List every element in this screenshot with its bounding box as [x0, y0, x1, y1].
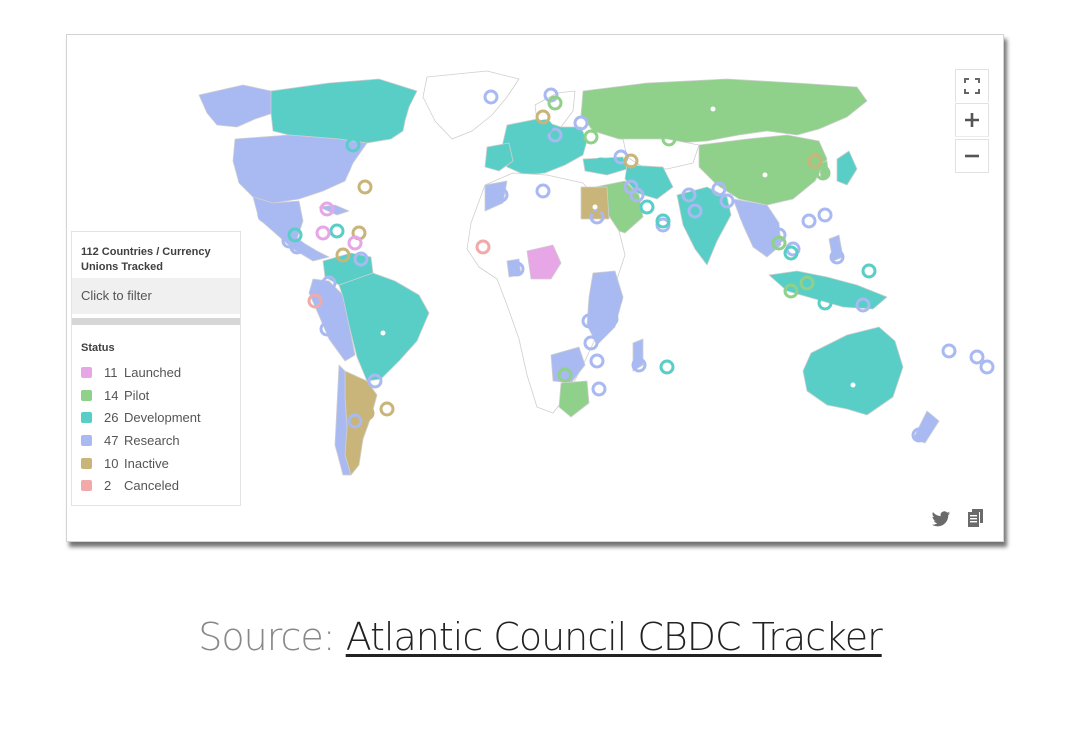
source-prefix: Source:	[198, 615, 346, 659]
plus-icon	[965, 113, 979, 127]
legend-item-pilot[interactable]: 14 Pilot	[81, 384, 241, 407]
legend-swatch	[81, 480, 92, 492]
fullscreen-button[interactable]	[955, 69, 989, 102]
legend-swatch	[81, 434, 92, 446]
filter-button[interactable]: Click to filter	[72, 278, 240, 314]
zoom-in-button[interactable]	[955, 103, 989, 137]
legend-count: 2	[104, 478, 112, 494]
legend-count: 47	[104, 432, 119, 448]
legend-label: Inactive	[124, 455, 169, 471]
legend-title: 112 Countries / Currency Unions Tracked	[81, 246, 211, 273]
legend-item-development[interactable]: 26 Development	[81, 406, 241, 429]
legend-swatch	[81, 457, 92, 469]
legend-label: Canceled	[124, 478, 179, 494]
copy-icon	[968, 509, 983, 527]
region-new-zealand	[912, 410, 940, 444]
region-russia	[580, 78, 868, 144]
source-link[interactable]: Atlantic Council CBDC Tracker	[346, 615, 883, 659]
legend-panel: 112 Countries / Currency Unions Tracked …	[71, 231, 241, 506]
region-europe	[500, 118, 588, 176]
status-heading: Status	[81, 342, 115, 354]
legend-label: Launched	[124, 364, 182, 380]
legend-count: 14	[104, 387, 119, 403]
twitter-icon	[931, 511, 951, 527]
legend-item-launched[interactable]: 11 Launched	[81, 361, 241, 384]
map-card: 112 Countries / Currency Unions Tracked …	[66, 34, 1004, 542]
legend-count: 11	[104, 364, 118, 380]
region-alaska	[198, 84, 274, 128]
legend-count: 10	[104, 455, 119, 471]
legend-items: 11 Launched 14 Pilot 26 Development 47 R…	[81, 361, 241, 497]
legend-swatch	[81, 412, 92, 424]
legend-label: Research	[124, 432, 180, 448]
twitter-share-button[interactable]	[931, 511, 951, 533]
legend-item-research[interactable]: 47 Research	[81, 429, 241, 452]
legend-count: 26	[104, 410, 119, 426]
region-canada	[270, 78, 418, 144]
filter-scrollbar[interactable]	[72, 318, 240, 325]
legend-swatch	[81, 366, 92, 378]
legend-item-inactive[interactable]: 10 Inactive	[81, 452, 241, 475]
minus-icon	[965, 154, 979, 158]
zoom-out-button[interactable]	[955, 139, 989, 173]
region-greenland	[422, 70, 520, 140]
source-caption: Source: Atlantic Council CBDC Tracker	[0, 608, 1080, 666]
legend-label: Development	[124, 410, 201, 426]
region-east-africa	[586, 270, 624, 346]
copy-embed-button[interactable]	[967, 508, 985, 533]
fullscreen-icon	[964, 78, 980, 94]
legend-label: Pilot	[124, 387, 150, 403]
legend-swatch	[81, 389, 92, 401]
legend-item-canceled[interactable]: 2 Canceled	[81, 474, 241, 497]
region-australia	[802, 326, 904, 416]
